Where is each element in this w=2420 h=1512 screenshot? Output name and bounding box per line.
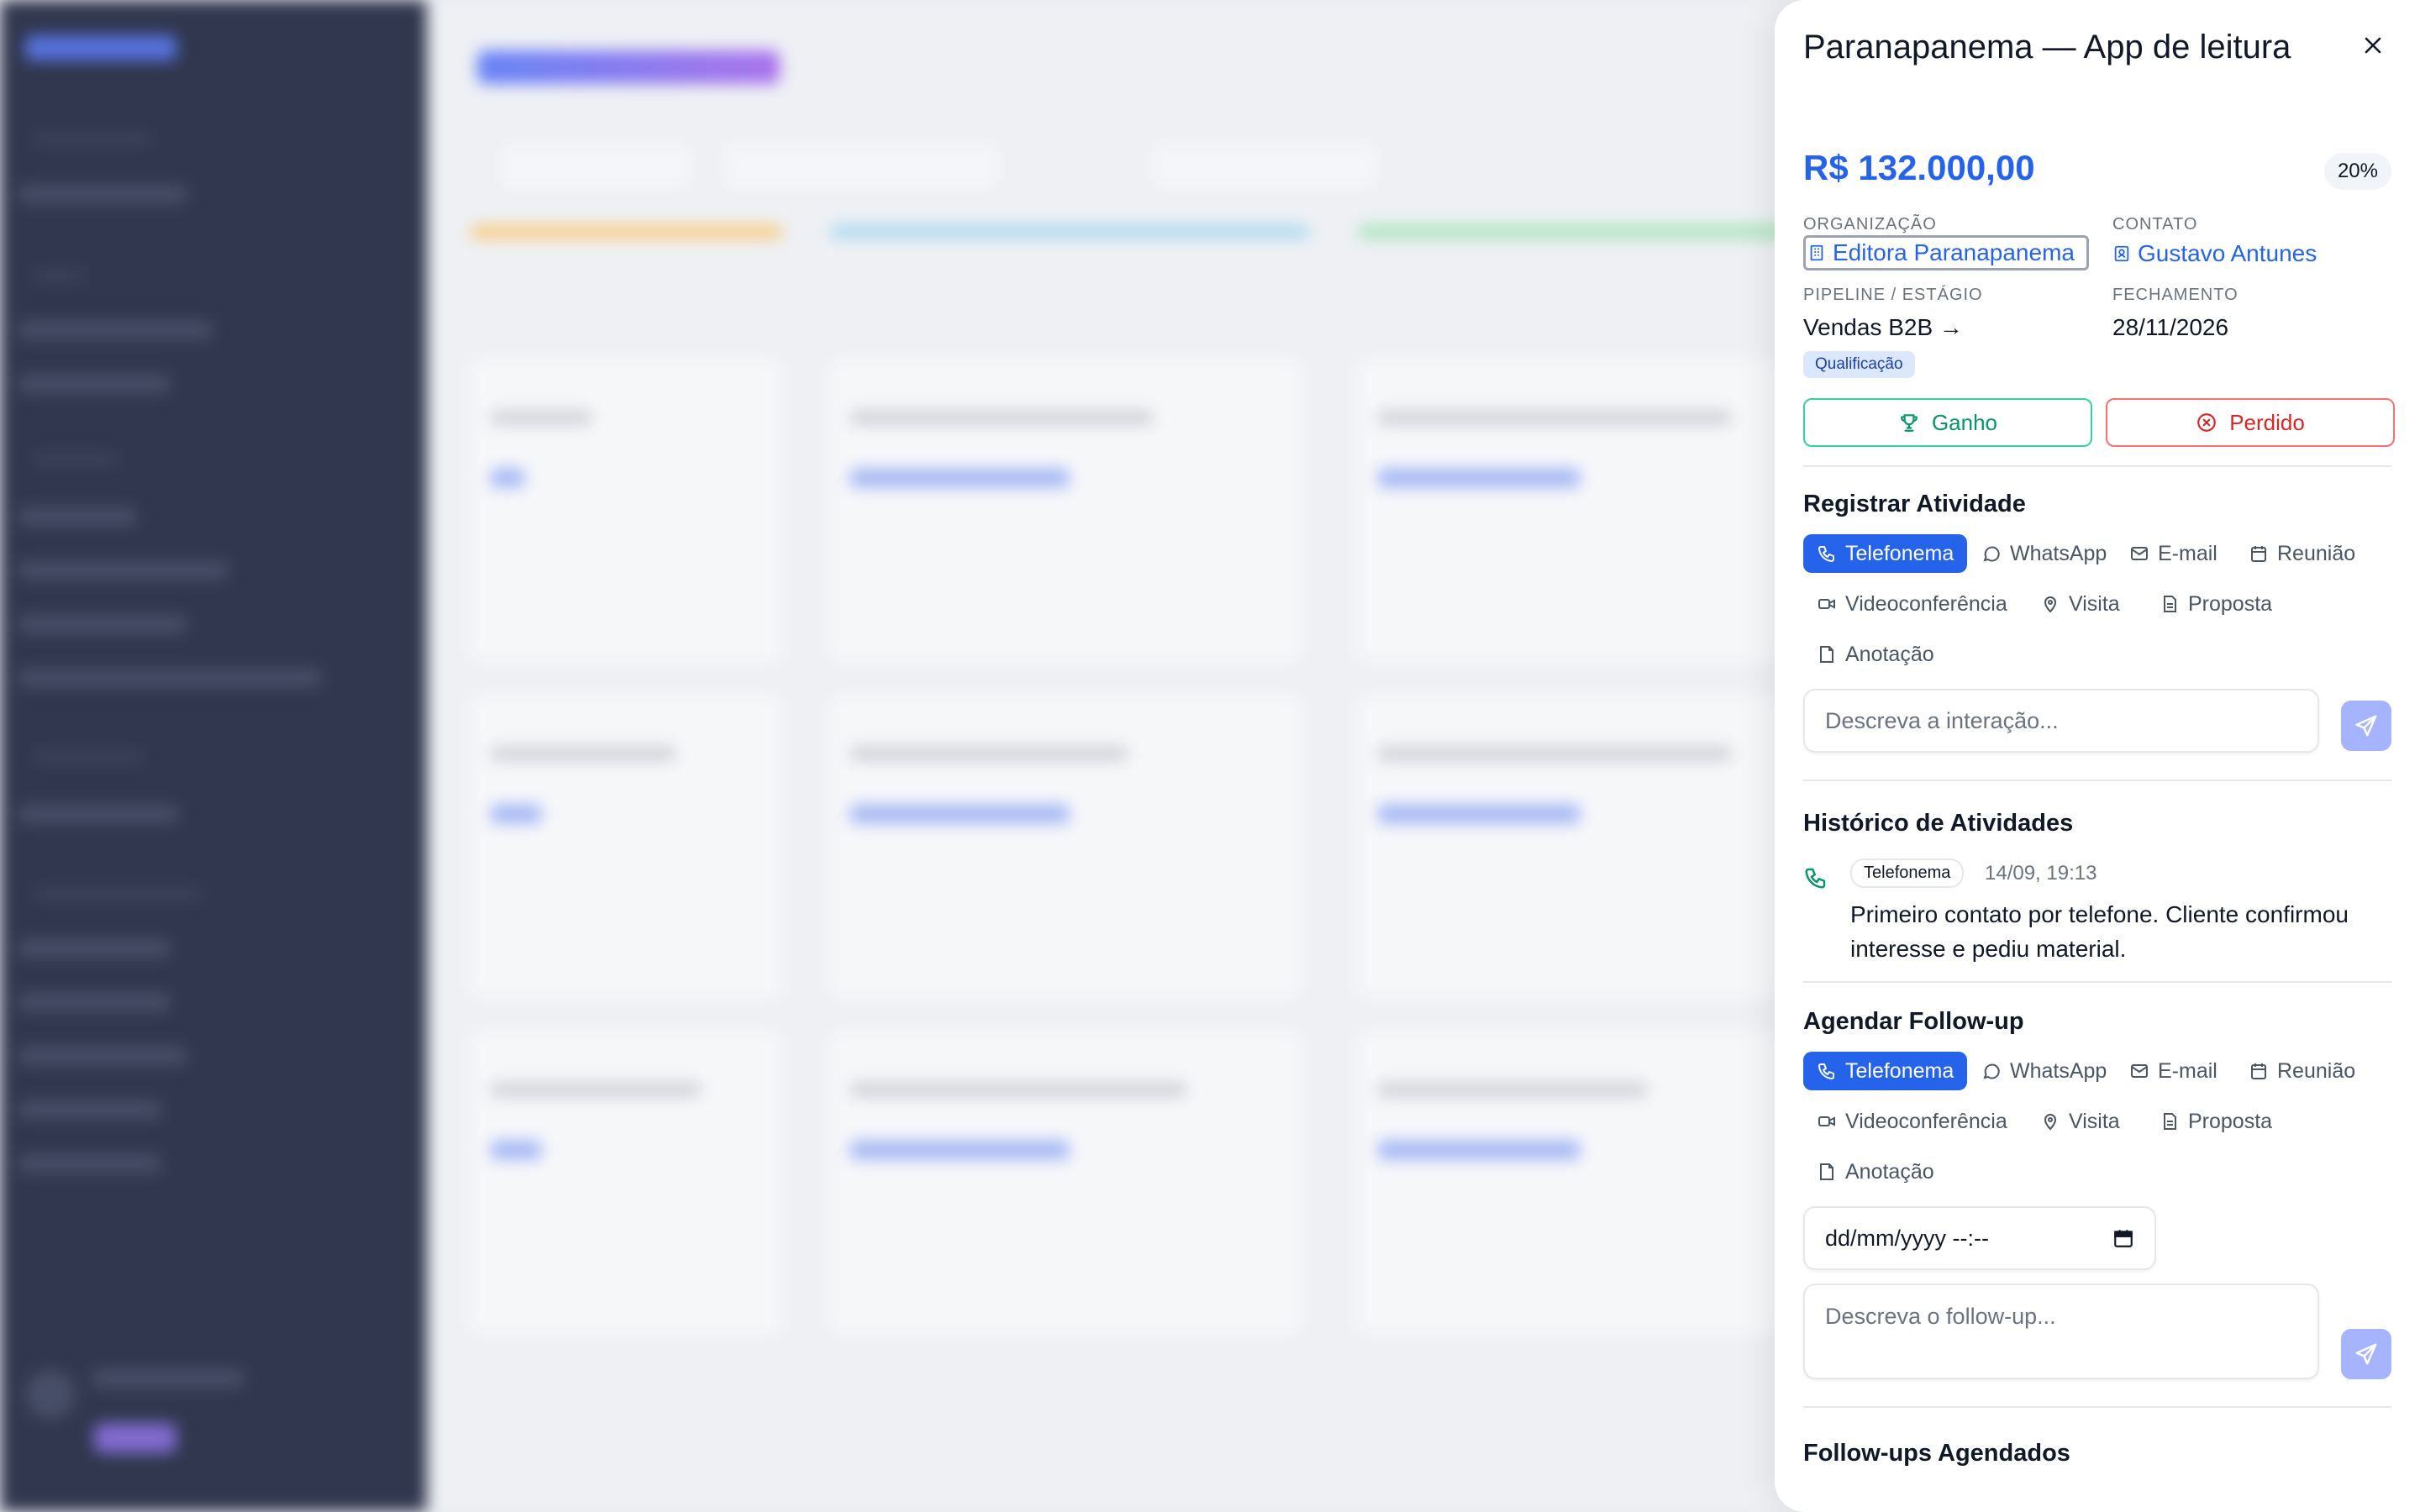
closing-label: FECHAMENTO — [2112, 286, 2238, 304]
mark-lost-label: Perdido — [2229, 409, 2305, 435]
contact-label: CONTATO — [2112, 215, 2198, 234]
document-icon — [2164, 1113, 2176, 1130]
history-text: Primeiro contato por telefone. Cliente c… — [1850, 901, 2349, 962]
organization-name: Editora Paranapanema — [1833, 239, 2075, 265]
phone-icon — [1818, 546, 1834, 562]
building-icon — [1810, 244, 1823, 261]
map-pin-icon — [2044, 1114, 2057, 1131]
trophy-icon — [1901, 414, 1918, 432]
phone-icon — [1805, 868, 1826, 889]
register-type-label: E-mail — [2158, 541, 2217, 565]
contact-card-icon — [2114, 245, 2129, 262]
interaction-input[interactable] — [1803, 689, 2319, 753]
divider — [1803, 780, 2391, 781]
followup-type-label: WhatsApp — [2010, 1058, 2107, 1083]
followup-types: Telefonema WhatsApp E-mail Reunião Video… — [1803, 1052, 2391, 1220]
x-circle-icon — [2197, 413, 2217, 432]
history-type-badge: Telefonema — [1850, 858, 1965, 888]
register-type-label: Visita — [2069, 591, 2120, 616]
send-interaction-button[interactable] — [2341, 701, 2391, 751]
close-button[interactable] — [2356, 29, 2390, 62]
register-type-telefonema[interactable]: Telefonema — [1803, 534, 1968, 573]
datetime-placeholder: dd/mm/yyyy --:-- — [1825, 1225, 1989, 1251]
register-type-whatsapp[interactable]: WhatsApp — [1968, 534, 2120, 573]
followup-type-telefonema[interactable]: Telefonema — [1803, 1052, 1968, 1090]
register-activity-types: Telefonema WhatsApp E-mail Reunião Video… — [1803, 534, 2391, 702]
followup-type-reuniao[interactable]: Reunião — [2235, 1052, 2369, 1090]
stage-badge: Qualificação — [1803, 351, 1915, 378]
map-pin-icon — [2044, 596, 2057, 613]
mail-icon — [2131, 1064, 2148, 1078]
video-icon — [1818, 599, 1835, 609]
phone-icon — [1818, 1063, 1834, 1079]
register-type-reuniao[interactable]: Reunião — [2235, 534, 2369, 573]
followup-type-whatsapp[interactable]: WhatsApp — [1968, 1052, 2120, 1090]
followup-type-label: Telefonema — [1845, 1058, 1954, 1083]
register-type-label: Reunião — [2277, 541, 2356, 565]
send-icon — [2355, 1343, 2377, 1365]
register-type-videoconferencia[interactable]: Videoconferência — [1803, 585, 2021, 623]
deal-value: R$ 132.000,00 — [1803, 148, 2035, 187]
divider — [1803, 1406, 2391, 1408]
mail-icon — [2131, 547, 2148, 560]
followup-type-proposta[interactable]: Proposta — [2146, 1102, 2286, 1141]
register-type-label: Anotação — [1845, 642, 1934, 666]
document-icon — [2164, 596, 2176, 612]
note-icon — [1820, 646, 1833, 663]
register-type-label: Videoconferência — [1845, 591, 2007, 616]
followup-type-label: Reunião — [2277, 1058, 2356, 1083]
followup-datetime-input[interactable]: dd/mm/yyyy --:-- — [1803, 1206, 2156, 1270]
contact-link[interactable]: Gustavo Antunes — [2112, 240, 2317, 267]
followup-type-label: Visita — [2069, 1109, 2120, 1133]
deal-detail-drawer: Paranapanema — App de leitura R$ 132.000… — [1775, 0, 2420, 1512]
chat-bubble-icon — [1983, 1063, 2000, 1079]
calendar-icon — [2251, 546, 2266, 562]
video-icon — [1818, 1116, 1835, 1126]
register-type-label: Telefonema — [1845, 541, 1954, 565]
mark-won-button[interactable]: Ganho — [1803, 398, 2092, 447]
followup-type-anotacao[interactable]: Anotação — [1803, 1152, 1948, 1191]
probability-badge: 20% — [2323, 153, 2391, 190]
history-timestamp: 14/09, 19:13 — [1985, 862, 2097, 885]
followup-type-label: E-mail — [2158, 1058, 2217, 1083]
schedule-followup-title: Agendar Follow-up — [1803, 1008, 2024, 1035]
note-icon — [1820, 1163, 1833, 1180]
register-type-label: WhatsApp — [2010, 541, 2107, 565]
register-type-email[interactable]: E-mail — [2116, 534, 2231, 573]
history-title: Histórico de Atividades — [1803, 810, 2074, 837]
followup-type-label: Proposta — [2188, 1109, 2273, 1133]
divider — [1803, 465, 2391, 467]
followup-description-input[interactable] — [1803, 1284, 2319, 1379]
divider — [1803, 981, 2391, 983]
register-type-visita[interactable]: Visita — [2027, 585, 2133, 623]
calendar-icon — [2114, 1230, 2133, 1247]
followup-type-label: Anotação — [1845, 1159, 1934, 1184]
followup-type-email[interactable]: E-mail — [2116, 1052, 2231, 1090]
close-icon — [2365, 37, 2381, 54]
scheduled-followups-title: Follow-ups Agendados — [1803, 1440, 2070, 1467]
organization-label: ORGANIZAÇÃO — [1803, 215, 1937, 234]
followup-type-videoconferencia[interactable]: Videoconferência — [1803, 1102, 2021, 1141]
mark-won-label: Ganho — [1931, 409, 1998, 435]
pipeline-value: Vendas B2B → — [1803, 314, 1963, 340]
register-type-proposta[interactable]: Proposta — [2146, 585, 2286, 623]
register-activity-title: Registrar Atividade — [1803, 491, 2026, 517]
register-type-label: Proposta — [2188, 591, 2273, 616]
deal-title: Paranapanema — App de leitura — [1803, 29, 2291, 66]
register-type-anotacao[interactable]: Anotação — [1803, 635, 1948, 674]
send-followup-button[interactable] — [2341, 1329, 2391, 1379]
followup-type-label: Videoconferência — [1845, 1109, 2007, 1133]
contact-name: Gustavo Antunes — [2138, 240, 2317, 266]
send-icon — [2355, 715, 2377, 737]
followup-type-visita[interactable]: Visita — [2027, 1102, 2133, 1141]
chat-bubble-icon — [1983, 546, 2000, 562]
organization-link[interactable]: Editora Paranapanema — [1803, 235, 2089, 270]
calendar-icon — [2251, 1063, 2266, 1079]
pipeline-label: PIPELINE / ESTÁGIO — [1803, 286, 1983, 304]
mark-lost-button[interactable]: Perdido — [2106, 398, 2395, 447]
closing-date: 28/11/2026 — [2112, 314, 2229, 340]
